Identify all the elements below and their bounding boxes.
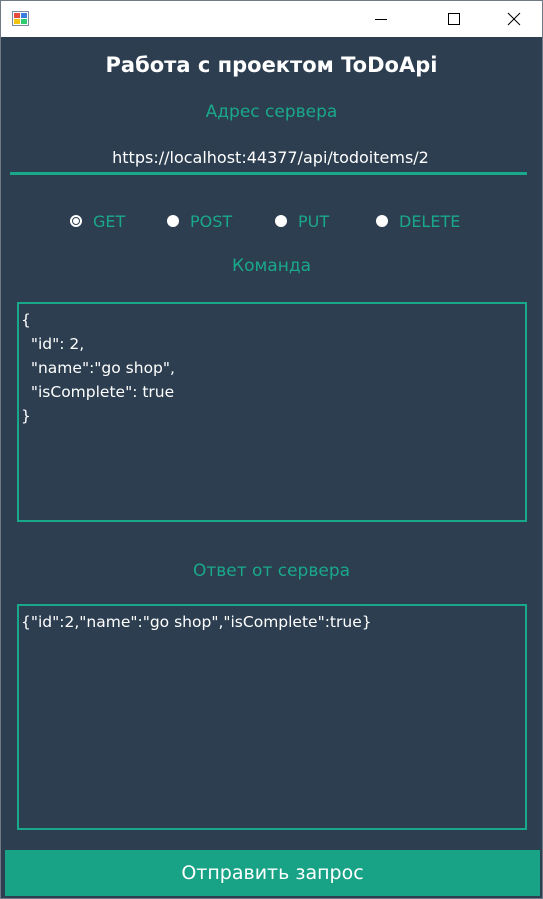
radio-put[interactable]: PUT xyxy=(275,210,329,232)
radio-unchecked-icon xyxy=(275,215,287,227)
send-request-button[interactable]: Отправить запрос xyxy=(5,850,540,896)
close-icon xyxy=(507,12,521,26)
radio-post[interactable]: POST xyxy=(167,210,232,232)
method-radio-group: GET POST PUT DELETE xyxy=(1,210,542,232)
radio-delete[interactable]: DELETE xyxy=(376,210,460,232)
app-window: Работа с проектом ToDoApi Адрес сервера … xyxy=(0,0,543,899)
winforms-app-icon xyxy=(12,11,29,26)
maximize-icon xyxy=(448,13,460,25)
response-textarea[interactable]: {"id":2,"name":"go shop","isComplete":tr… xyxy=(17,604,527,830)
radio-label-put: PUT xyxy=(298,211,330,231)
address-underline xyxy=(10,172,527,175)
radio-label-delete: DELETE xyxy=(399,211,461,231)
response-label: Ответ от сервера xyxy=(192,561,351,581)
minimize-button[interactable] xyxy=(358,1,404,37)
minimize-icon xyxy=(375,19,387,20)
command-textarea[interactable]: { "id": 2, "name":"go shop", "isComplete… xyxy=(17,302,527,522)
maximize-button[interactable] xyxy=(431,1,477,37)
radio-label-get: GET xyxy=(93,211,126,231)
radio-checked-icon xyxy=(70,215,82,227)
server-address-input[interactable] xyxy=(11,141,530,173)
radio-unchecked-icon xyxy=(167,215,179,227)
radio-get[interactable]: GET xyxy=(70,210,125,232)
page-title: Работа с проектом ToDoApi xyxy=(105,53,438,77)
title-bar[interactable] xyxy=(1,1,542,37)
radio-label-post: POST xyxy=(190,211,233,231)
command-label: Команда xyxy=(232,256,311,276)
server-address-label: Адрес сервера xyxy=(205,102,338,122)
radio-unchecked-icon xyxy=(376,215,388,227)
close-button[interactable] xyxy=(491,1,537,37)
